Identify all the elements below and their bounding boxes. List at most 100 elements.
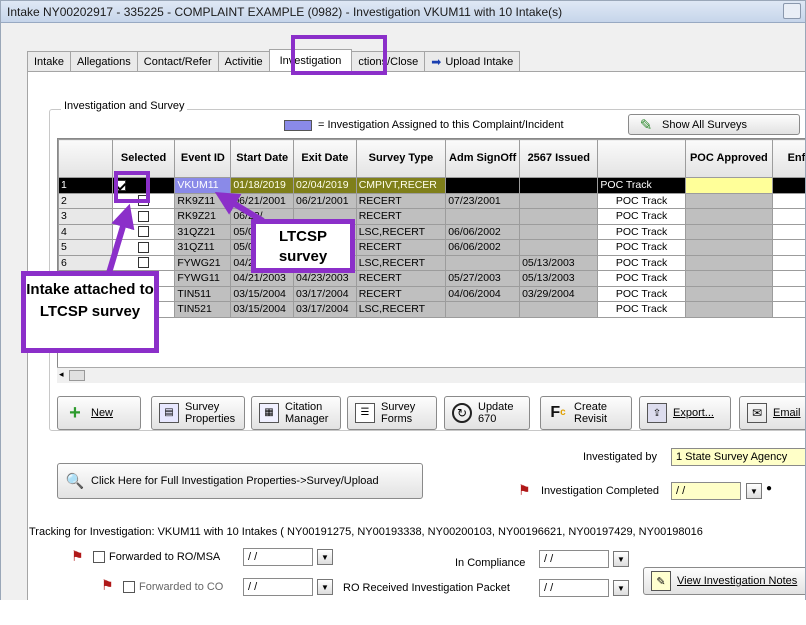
tab-upload-intake[interactable]: ➡ Upload Intake (424, 51, 521, 71)
adm-signoff-cell (445, 177, 521, 194)
flag-icon: ⚑ (71, 548, 84, 564)
forwarded-ro-checkbox[interactable] (93, 551, 105, 563)
col-header-event-id[interactable]: Event ID (174, 139, 232, 178)
table-body: 1 VKUM11 01/18/2019 02/04/2019 CMPIVT,RECER P… (58, 177, 805, 318)
poc-track-cell: POC Track (597, 177, 686, 194)
selected-checkbox[interactable] (138, 257, 150, 269)
forwarded-ro-dropdown[interactable]: ▼ (317, 549, 333, 565)
notes-icon: ✎ (651, 571, 671, 591)
enf-cases-cell: N/A (772, 177, 805, 194)
survey-type-cell: RECERT (355, 285, 447, 302)
plus-icon: + (69, 401, 81, 424)
citation-manager-button[interactable]: ▦ Citation Manager (251, 396, 341, 430)
export-button[interactable]: ⇪ Export... (639, 396, 731, 430)
table-row[interactable]: 1 VKUM11 01/18/2019 02/04/2019 CMPIVT,RECER P… (58, 177, 805, 194)
forms-icon: ☰ (355, 403, 375, 423)
table-row[interactable]: 431QZ2105/09/2LSC,RECERT06/06/2002POC Tr… (58, 223, 805, 240)
ltcsp-survey-callout: LTCSP survey (251, 219, 355, 273)
selected-cell (111, 223, 176, 240)
forwarded-co-checkbox[interactable] (123, 581, 135, 593)
investigation-completed-field[interactable]: / / (671, 482, 741, 500)
survey-type-cell: LSC,RECERT (355, 301, 447, 318)
full-investigation-properties-button[interactable]: 🔍 Click Here for Full Investigation Prop… (57, 463, 423, 499)
col-header-exit-date[interactable]: Exit Date (293, 139, 357, 178)
ro-received-dropdown[interactable]: ▼ (613, 580, 629, 596)
enf-cases-cell: N/A (772, 192, 805, 209)
tab-contact-refer[interactable]: Contact/Refer (136, 51, 219, 71)
selected-checkbox[interactable] (138, 241, 150, 253)
group-label: Investigation and Survey (61, 100, 188, 112)
poc-track-cell: POC Track (597, 285, 686, 302)
adm-signoff-cell (445, 208, 521, 225)
survey-type-cell: RECERT (355, 208, 447, 225)
tab-intake[interactable]: Intake (27, 51, 71, 71)
col-header-adm-signoff[interactable]: Adm SignOff (445, 139, 521, 178)
adm-signoff-cell: 06/06/2002 (445, 223, 521, 240)
exit-date-cell: 02/04/2019 (293, 177, 357, 194)
create-revisit-button[interactable]: Fc Create Revisit (540, 396, 632, 430)
issued-2567-cell: 03/29/2004 (519, 285, 599, 302)
email-button[interactable]: ✉ Email (739, 396, 805, 430)
investigated-by-label: Investigated by (583, 451, 657, 463)
poc-track-cell: POC Track (597, 192, 686, 209)
investigation-completed-dropdown[interactable]: ▼ (746, 483, 762, 499)
ro-received-date[interactable]: / / (539, 579, 609, 597)
survey-properties-button[interactable]: ▤ Survey Properties (151, 396, 245, 430)
issued-2567-cell: 05/13/2003 (519, 254, 599, 271)
poc-approved-cell (684, 239, 774, 256)
tab-allegations[interactable]: Allegations (69, 51, 138, 71)
survey-type-cell: RECERT (355, 239, 447, 256)
survey-forms-button[interactable]: ☰ Survey Forms (347, 396, 437, 430)
tab-activities[interactable]: Activitie (217, 51, 270, 71)
row-index-cell: 2 (58, 192, 113, 209)
selected-checkbox[interactable] (138, 210, 150, 222)
view-investigation-notes-button[interactable]: ✎ View Investigation Notes (643, 567, 805, 595)
table-row[interactable]: 531QZ1105/09/2RECERT06/06/2002POC TrackN… (58, 239, 805, 256)
show-all-surveys-button[interactable]: ✎ Show All Surveys (628, 114, 800, 135)
scroll-left-icon[interactable]: ◂ (59, 369, 64, 380)
table-row[interactable]: 2 RK9Z11 06/21/2001 06/21/2001 RECERT 07/23/2… (58, 192, 805, 209)
scroll-thumb[interactable] (69, 370, 85, 381)
in-compliance-date[interactable]: / / (539, 550, 609, 568)
table-row[interactable]: 8TIN51103/15/200403/17/2004RECERT04/06/2… (58, 285, 805, 302)
investigated-by-field[interactable]: 1 State Survey Agency (671, 448, 805, 466)
poc-track-cell: POC Track (597, 270, 686, 287)
selected-checkbox[interactable] (138, 226, 150, 238)
poc-approved-cell (684, 177, 774, 194)
start-date-cell: 01/18/2019 (230, 177, 295, 194)
start-date-cell: 03/15/2004 (230, 285, 295, 302)
col-header-poc-approved[interactable]: POC Approved (684, 139, 774, 178)
investigation-tab-highlight (291, 35, 387, 75)
table-row[interactable]: 6FYWG2104/21/200304/23/2003LSC,RECERT05/… (58, 254, 805, 271)
tracking-text: Tracking for Investigation: VKUM11 with … (29, 526, 703, 538)
window-title: Intake NY00202917 - 335225 - COMPLAINT E… (7, 5, 563, 19)
window-control-button[interactable] (783, 3, 801, 19)
forwarded-co-date[interactable]: / / (243, 578, 313, 596)
adm-signoff-cell: 05/27/2003 (445, 270, 521, 287)
table-header: Selected Event ID Start Date Exit Date S… (58, 139, 805, 178)
poc-approved-cell (684, 254, 774, 271)
issued-2567-cell (519, 223, 599, 240)
in-compliance-dropdown[interactable]: ▼ (613, 551, 629, 567)
col-header-enf-cases[interactable]: Enf Ca (772, 139, 805, 178)
table-row[interactable]: 7FYWG1104/21/200304/23/2003RECERT05/27/2… (58, 270, 805, 287)
forwarded-co-dropdown[interactable]: ▼ (317, 579, 333, 595)
event-id-cell: VKUM11 (174, 177, 232, 194)
adm-signoff-cell (445, 254, 521, 271)
col-header-start-date[interactable]: Start Date (230, 139, 295, 178)
event-id-cell: TIN511 (174, 285, 232, 302)
window-titlebar: Intake NY00202917 - 335225 - COMPLAINT E… (1, 1, 805, 23)
col-header-survey-type[interactable]: Survey Type (355, 139, 447, 178)
search-icon: 🔍 (65, 473, 85, 490)
table-row[interactable]: 3RK9Z2106/22/RECERTPOC TrackN/A (58, 208, 805, 225)
selected-cell (111, 254, 176, 271)
poc-approved-cell (684, 192, 774, 209)
col-header-2567-issued[interactable]: 2567 Issued (519, 139, 599, 178)
poc-approved-cell (684, 285, 774, 302)
table-row[interactable]: 9TIN52103/15/200403/17/2004LSC,RECERTPOC… (58, 301, 805, 318)
update-670-button[interactable]: ↻ Update 670 (444, 396, 530, 430)
new-button[interactable]: + New (57, 396, 141, 430)
horizontal-scrollbar[interactable]: ◂ ▸ (57, 367, 805, 383)
forwarded-ro-date[interactable]: / / (243, 548, 313, 566)
adm-signoff-cell: 04/06/2004 (445, 285, 521, 302)
